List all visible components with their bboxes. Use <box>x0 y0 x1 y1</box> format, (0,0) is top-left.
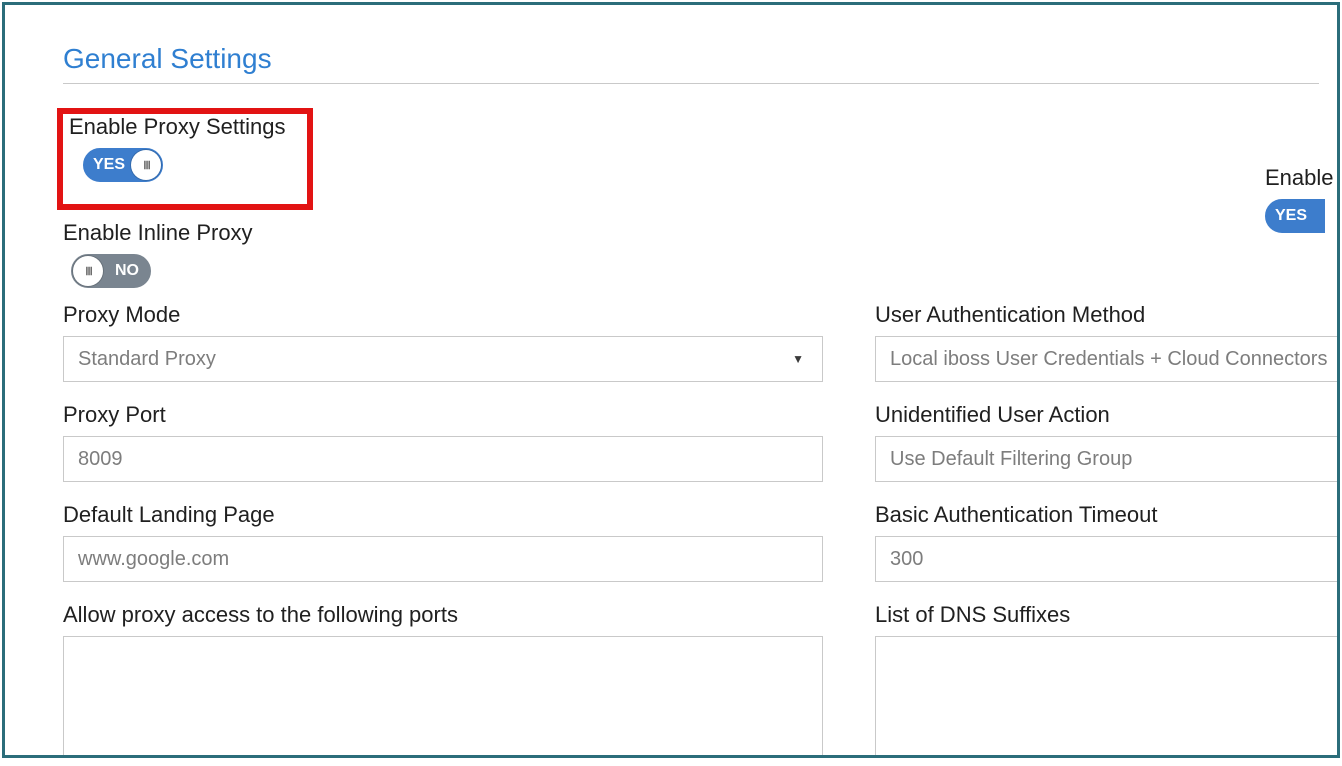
toggle-knob: Ⅲ <box>131 150 161 180</box>
enable-inline-label: Enable Inline Proxy <box>63 220 1340 246</box>
landing-page-label: Default Landing Page <box>63 502 823 528</box>
proxy-mode-label: Proxy Mode <box>63 302 823 328</box>
grip-icon: Ⅲ <box>85 265 91 278</box>
chevron-down-icon: ▼ <box>792 352 804 366</box>
proxy-port-group: Proxy Port <box>63 402 823 482</box>
grip-icon: Ⅲ <box>143 159 149 172</box>
proxy-mode-value: Standard Proxy <box>78 348 216 371</box>
right-column: User Authentication Method Local iboss U… <box>875 302 1340 758</box>
enable-proxy-highlight: Enable Proxy Settings YES Ⅲ <box>57 108 313 210</box>
settings-panel: General Settings Enable Proxy Settings Y… <box>2 2 1340 758</box>
proxy-mode-group: Proxy Mode Standard Proxy ▼ <box>63 302 823 382</box>
proxy-port-input[interactable] <box>63 436 823 482</box>
dns-suffixes-group: List of DNS Suffixes <box>875 602 1340 758</box>
auth-method-group: User Authentication Method Local iboss U… <box>875 302 1340 382</box>
toggle-knob: Ⅲ <box>73 256 103 286</box>
landing-page-input[interactable] <box>63 536 823 582</box>
proxy-mode-select[interactable]: Standard Proxy ▼ <box>63 336 823 382</box>
enable-proxy-toggle[interactable]: YES Ⅲ <box>83 148 163 182</box>
allow-ports-textarea[interactable] <box>63 636 823 758</box>
enable-inline-toggle[interactable]: Ⅲ NO <box>71 254 151 288</box>
enable-inline-block: Enable Inline Proxy Ⅲ NO <box>63 220 1340 288</box>
enable-proxy-label: Enable Proxy Settings <box>69 114 285 140</box>
dns-suffixes-textarea[interactable] <box>875 636 1340 758</box>
allow-ports-label: Allow proxy access to the following port… <box>63 602 823 628</box>
allow-ports-group: Allow proxy access to the following port… <box>63 602 823 758</box>
basic-timeout-input[interactable] <box>875 536 1340 582</box>
auth-method-value: Local iboss User Credentials + Cloud Con… <box>890 348 1327 371</box>
auth-method-label: User Authentication Method <box>875 302 1340 328</box>
section-title: General Settings <box>63 43 1319 84</box>
enable-inline-toggle-text: NO <box>115 262 139 280</box>
content-area: Enable Proxy Settings YES Ⅲ Enable Inlin… <box>63 84 1340 758</box>
unidentified-user-value: Use Default Filtering Group <box>890 448 1132 471</box>
left-column: Proxy Mode Standard Proxy ▼ Proxy Port D… <box>63 302 823 758</box>
enable-proxy-toggle-text: YES <box>93 156 125 174</box>
landing-page-group: Default Landing Page <box>63 502 823 582</box>
basic-timeout-label: Basic Authentication Timeout <box>875 502 1340 528</box>
enable-right-label: Enable <box>1265 165 1334 191</box>
proxy-port-label: Proxy Port <box>63 402 823 428</box>
auth-method-select[interactable]: Local iboss User Credentials + Cloud Con… <box>875 336 1340 382</box>
dns-suffixes-label: List of DNS Suffixes <box>875 602 1340 628</box>
enable-right-block: Enable YES <box>1265 165 1334 233</box>
unidentified-user-select[interactable]: Use Default Filtering Group <box>875 436 1340 482</box>
enable-right-toggle-text: YES <box>1275 207 1307 225</box>
unidentified-user-group: Unidentified User Action Use Default Fil… <box>875 402 1340 482</box>
form-columns: Proxy Mode Standard Proxy ▼ Proxy Port D… <box>63 302 1340 758</box>
unidentified-user-label: Unidentified User Action <box>875 402 1340 428</box>
basic-timeout-group: Basic Authentication Timeout <box>875 502 1340 582</box>
enable-proxy-block: Enable Proxy Settings YES Ⅲ <box>69 114 285 182</box>
enable-right-toggle[interactable]: YES <box>1265 199 1325 233</box>
